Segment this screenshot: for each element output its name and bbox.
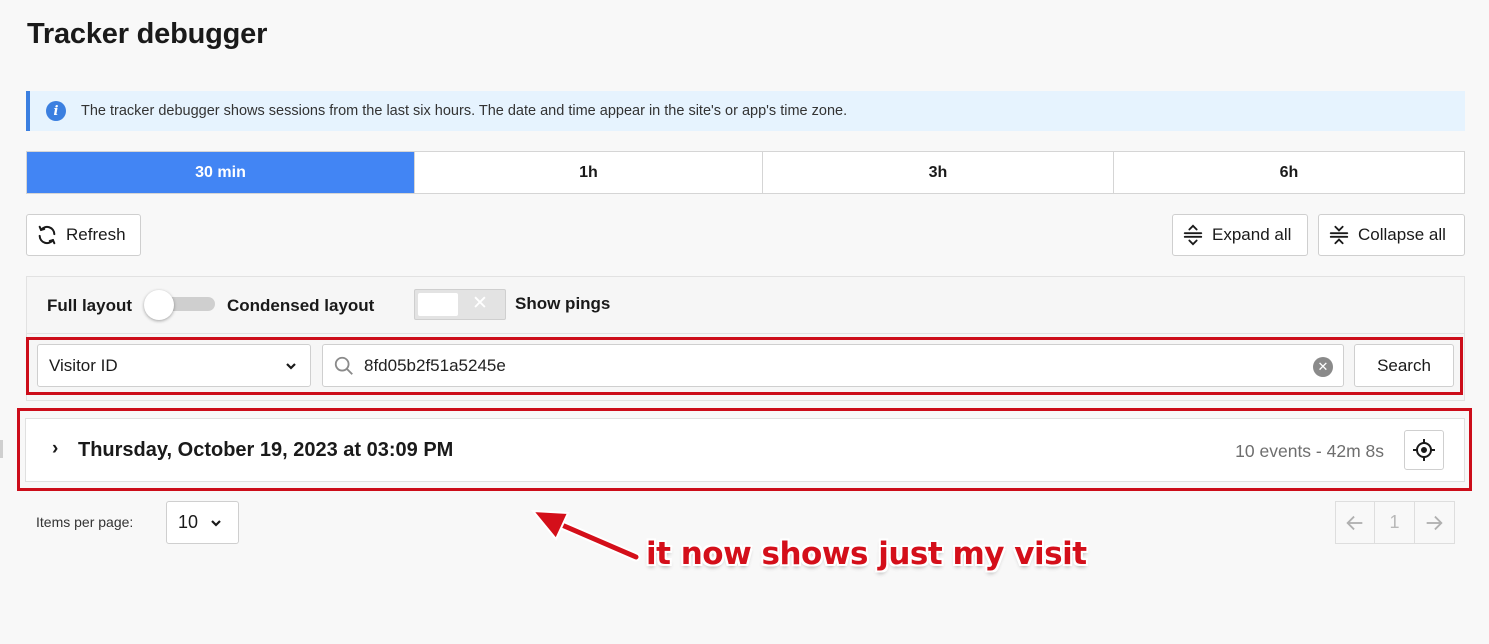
toggle-knob [418,293,458,316]
collapse-all-button[interactable]: Collapse all [1318,214,1465,256]
arrow-left-icon [1346,515,1363,530]
annotation-arrow [530,509,641,562]
session-date: Thursday, October 19, 2023 at 03:09 PM [78,439,454,461]
pagination: 1 [1335,501,1455,544]
annotation-text: it now shows just my visit [646,536,1087,572]
tab-30-min[interactable]: 30 min [27,152,415,193]
collapse-icon [1329,225,1349,245]
chevron-down-icon [211,519,221,527]
refresh-label: Refresh [66,225,126,244]
prev-page-button[interactable] [1336,502,1376,543]
expand-icon [1183,224,1203,246]
filter-field-select[interactable]: Visitor ID [37,344,311,387]
info-banner: i The tracker debugger shows sessions fr… [26,91,1465,131]
refresh-icon [38,225,56,245]
search-value: 8fd05b2f51a5245e [364,355,506,375]
page-title: Tracker debugger [27,18,268,50]
expand-all-button[interactable]: Expand all [1172,214,1308,256]
condensed-layout-label: Condensed layout [227,296,375,315]
layout-options-row: Full layout Condensed layout ✕ Show ping… [27,277,1464,334]
chevron-down-icon [286,362,296,370]
close-icon: ✕ [472,293,488,314]
tab-6h[interactable]: 6h [1114,152,1464,193]
arrow-right-icon [1427,515,1443,530]
tab-1h[interactable]: 1h [415,152,763,193]
tab-3h[interactable]: 3h [763,152,1114,193]
search-button[interactable]: Search [1354,344,1454,387]
session-row[interactable]: › Thursday, October 19, 2023 at 03:09 PM… [25,418,1465,482]
items-per-page-label: Items per page: [36,514,134,530]
current-page: 1 [1375,502,1415,543]
filter-field-value: Visitor ID [49,355,118,375]
chevron-right-icon[interactable]: › [52,438,58,460]
items-per-page-value: 10 [178,512,199,532]
expand-label: Expand all [1212,225,1292,244]
show-pings-label: Show pings [515,294,611,313]
info-text: The tracker debugger shows sessions from… [81,103,848,119]
next-page-button[interactable] [1415,502,1454,543]
layout-switch-knob[interactable] [144,290,174,320]
info-icon: i [46,101,66,121]
search-input[interactable]: 8fd05b2f51a5245e ✕ [322,344,1344,387]
show-pings-toggle[interactable]: ✕ [414,289,506,320]
full-layout-label: Full layout [47,296,132,315]
time-range-tabs: 30 min 1h 3h 6h [26,151,1465,194]
session-meta: 10 events - 42m 8s [1235,441,1384,461]
collapse-label: Collapse all [1358,225,1446,244]
scroll-marker [0,440,3,458]
items-per-page-select[interactable]: 10 [166,501,239,544]
clear-icon[interactable]: ✕ [1313,357,1333,377]
refresh-button[interactable]: Refresh [26,214,141,256]
crosshair-icon [1413,439,1435,461]
locate-visitor-button[interactable] [1404,430,1444,470]
search-icon [334,356,353,375]
